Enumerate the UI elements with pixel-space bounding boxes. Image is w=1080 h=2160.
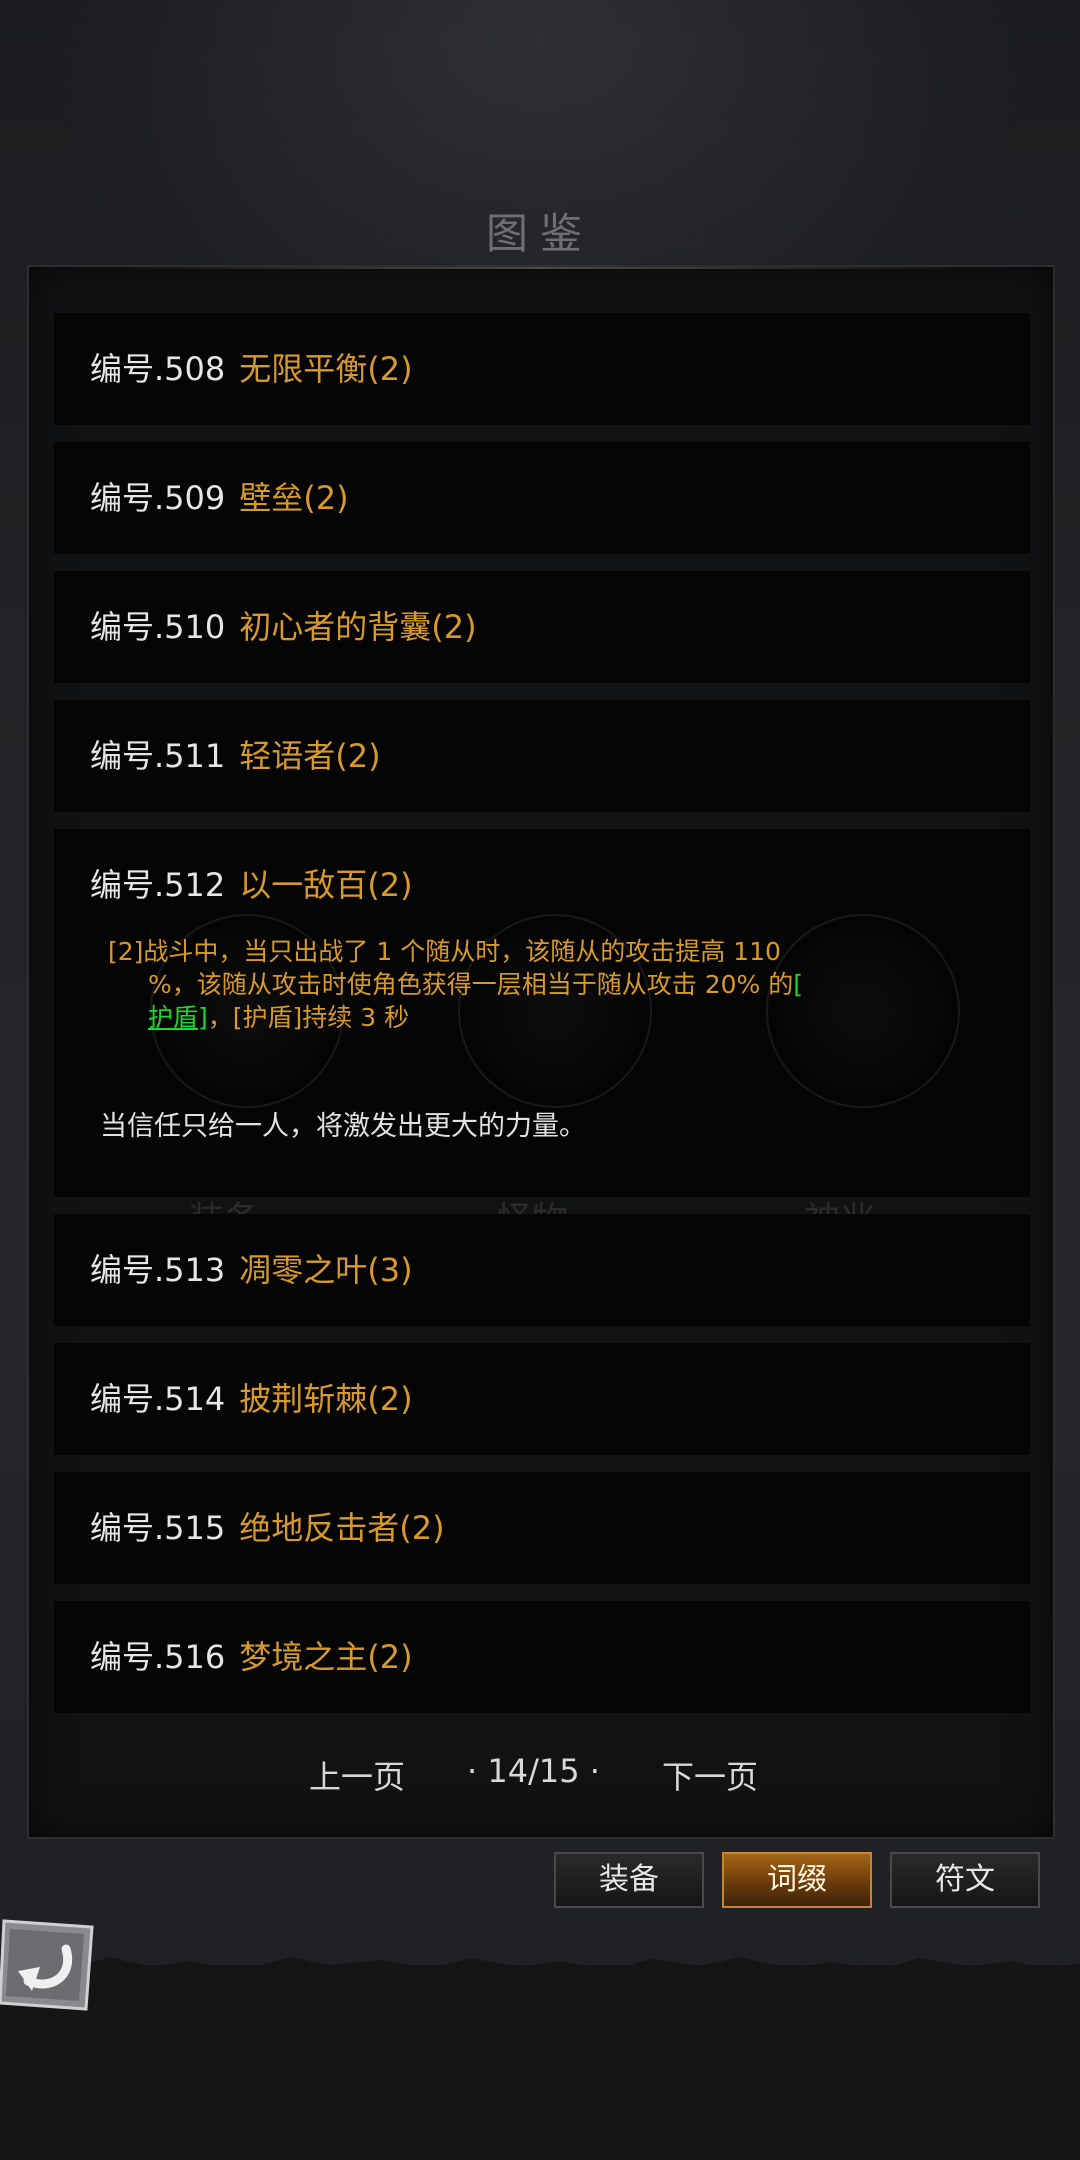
affix-desc-line3: ，[护盾]持续 3 秒	[207, 1003, 410, 1032]
entry-title: 编号.515 绝地反击者(2)	[90, 1508, 445, 1548]
entry-title: 编号.516 梦境之主(2)	[90, 1637, 413, 1677]
list-item-516[interactable]: 编号.516 梦境之主(2)	[54, 1601, 1030, 1713]
flavor-text: 当信任只给一人，将激发出更大的力量。	[100, 1111, 586, 1142]
entry-name: 梦境之主(2)	[239, 1638, 413, 1676]
entry-name: 轻语者(2)	[239, 737, 381, 775]
entry-name: 壁垒(2)	[239, 479, 349, 517]
back-button[interactable]	[0, 1915, 96, 2015]
panel-top-border	[89, 267, 993, 269]
list-item-511[interactable]: 编号.511 轻语者(2)	[54, 700, 1030, 812]
entry-name: 以一敌百(2)	[239, 866, 413, 904]
list-item-513[interactable]: 编号.513 凋零之叶(3)	[54, 1214, 1030, 1326]
list-item-508[interactable]: 编号.508 无限平衡(2)	[54, 313, 1030, 425]
list-item-512-expanded[interactable]: 装备 怪物 神兆 编号.512以一敌百(2) [2]战斗中，当只出战了 1 个随…	[54, 829, 1030, 1241]
entry-name: 无限平衡(2)	[239, 350, 413, 388]
entry-title: 编号.509 壁垒(2)	[90, 478, 349, 518]
entry-title: 编号.514 披荆斩棘(2)	[90, 1379, 413, 1419]
entry-title: 编号.508 无限平衡(2)	[90, 349, 413, 389]
tab-equipment[interactable]: 装备	[554, 1852, 704, 1908]
page-title: 图鉴	[485, 209, 594, 258]
shield-link[interactable]: 护盾	[148, 1003, 198, 1032]
affix-description: [2]战斗中，当只出战了 1 个随从时，该随从的攻击提高 110 %，该随从攻击…	[108, 935, 978, 1034]
entry-number: 编号.516	[90, 1638, 226, 1676]
entry-name: 绝地反击者(2)	[239, 1509, 445, 1547]
list-item-510[interactable]: 编号.510 初心者的背囊(2)	[54, 571, 1030, 683]
page-indicator: · 14/15 ·	[467, 1752, 600, 1790]
pagination: 上一页 · 14/15 · 下一页	[29, 1752, 1053, 1802]
entry-title: 编号.512 以一敌百(2)	[90, 865, 413, 905]
entry-title: 编号.513 凋零之叶(3)	[90, 1250, 413, 1290]
prev-page-button[interactable]: 上一页	[309, 1752, 405, 1798]
list-item-515[interactable]: 编号.515 绝地反击者(2)	[54, 1472, 1030, 1584]
entry-name: 披荆斩棘(2)	[239, 1380, 413, 1418]
affix-desc-continued: %，该随从攻击时使角色获得一层相当于随从攻击 20% 的[ 护盾]，[护盾]持续 …	[108, 968, 978, 1034]
entry-number: 编号.509	[90, 479, 226, 517]
affix-tier: [2]	[108, 937, 144, 966]
next-page-button[interactable]: 下一页	[662, 1752, 758, 1798]
affix-desc-line2: %，该随从攻击时使角色获得一层相当于随从攻击 20% 的	[148, 970, 794, 999]
entry-number: 编号.512	[90, 866, 226, 904]
entry-number: 编号.513	[90, 1251, 226, 1289]
shield-bracket-close: ]	[198, 1003, 208, 1032]
list-item-509[interactable]: 编号.509 壁垒(2)	[54, 442, 1030, 554]
entry-number: 编号.508	[90, 350, 226, 388]
back-arrow-icon	[0, 1919, 94, 2011]
list-item-514[interactable]: 编号.514 披荆斩棘(2)	[54, 1343, 1030, 1455]
entry-name: 初心者的背囊(2)	[239, 608, 477, 646]
bottom-torn-edge	[0, 1957, 1080, 2160]
entry-number: 编号.510	[90, 608, 226, 646]
torn-edge-shape	[0, 1957, 1080, 1985]
entry-number: 编号.511	[90, 737, 226, 775]
codex-panel: 编号.508 无限平衡(2) 编号.509 壁垒(2) 编号.510 初心者的背囊(2…	[27, 265, 1055, 1839]
shield-bracket-open: [	[793, 970, 803, 999]
tab-rune[interactable]: 符文	[890, 1852, 1040, 1908]
affix-desc-line1: 战斗中，当只出战了 1 个随从时，该随从的攻击提高 110	[143, 937, 781, 966]
entry-title: 编号.510 初心者的背囊(2)	[90, 607, 477, 647]
entry-title: 编号.511 轻语者(2)	[90, 736, 381, 776]
entry-number: 编号.515	[90, 1509, 226, 1547]
entry-number: 编号.514	[90, 1380, 226, 1418]
entry-name: 凋零之叶(3)	[239, 1251, 413, 1289]
tab-affix[interactable]: 词缀	[722, 1852, 872, 1908]
